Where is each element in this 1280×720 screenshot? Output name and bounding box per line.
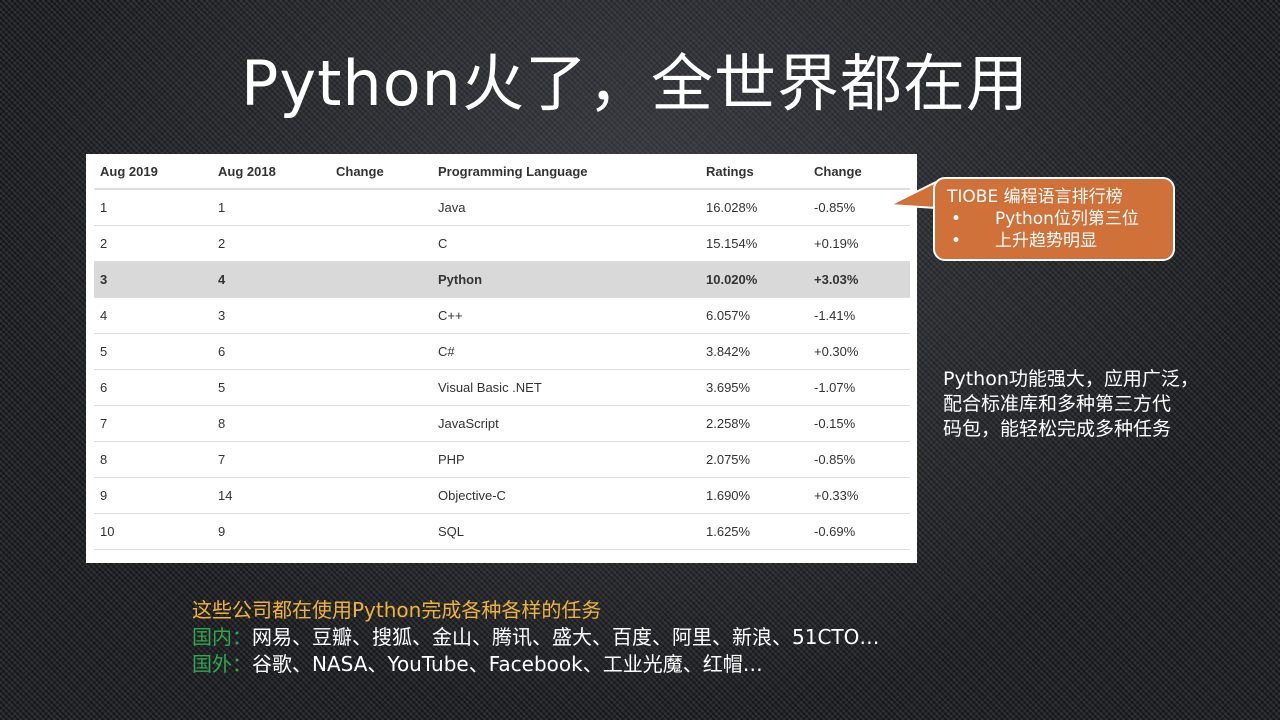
python-description: Python功能强大，应用广泛， 配合标准库和多种第三方代 码包，能轻松完成多种…	[943, 367, 1243, 442]
cell-aug-2018: 7	[212, 441, 330, 478]
cell-language: Visual Basic .NET	[432, 369, 700, 406]
domestic-companies: 国内：网易、豆瓣、搜狐、金山、腾讯、盛大、百度、阿里、新浪、51CTO…	[192, 624, 879, 651]
table-row-highlighted: 3 4 Python 10.020% +3.03%	[94, 261, 910, 298]
domestic-list: 网易、豆瓣、搜狐、金山、腾讯、盛大、百度、阿里、新浪、51CTO…	[252, 625, 880, 649]
cell-ratings-change: -0.69%	[808, 513, 910, 550]
cell-aug-2019: 10	[94, 513, 212, 550]
table-row: 7 8 JavaScript 2.258% -0.15%	[94, 405, 910, 442]
header-aug-2018: Aug 2018	[212, 154, 330, 190]
companies-section: 这些公司都在使用Python完成各种各样的任务 国内：网易、豆瓣、搜狐、金山、腾…	[192, 597, 879, 678]
table-row: 9 14 Objective-C 1.690% +0.33%	[94, 477, 910, 514]
cell-ratings: 3.695%	[700, 369, 808, 406]
callout-item: • 上升趋势明显	[947, 230, 1161, 252]
callout-title: TIOBE 编程语言排行榜	[947, 187, 1123, 207]
cell-aug-2018: 14	[212, 477, 330, 514]
description-line: 配合标准库和多种第三方代	[943, 393, 1172, 415]
table-row: 2 2 C 15.154% +0.19%	[94, 225, 910, 262]
foreign-label: 国外：	[192, 652, 252, 676]
cell-aug-2019: 4	[94, 297, 212, 334]
cell-ratings-change: -0.85%	[808, 441, 910, 478]
table-row: 6 5 Visual Basic .NET 3.695% -1.07%	[94, 369, 910, 406]
slide-title: Python火了，全世界都在用	[241, 47, 1029, 120]
cell-aug-2019: 5	[94, 333, 212, 370]
cell-aug-2018: 6	[212, 333, 330, 370]
cell-language: C++	[432, 297, 700, 334]
table-row: 8 7 PHP 2.075% -0.85%	[94, 441, 910, 478]
callout-item-text: 上升趋势明显	[995, 231, 1097, 251]
cell-change	[330, 477, 432, 514]
cell-language: Objective-C	[432, 477, 700, 514]
cell-aug-2019: 7	[94, 405, 212, 442]
cell-aug-2019: 9	[94, 477, 212, 514]
cell-language: JavaScript	[432, 405, 700, 442]
cell-ratings-change: +0.33%	[808, 477, 910, 514]
tiobe-ranking-table-panel: Aug 2019 Aug 2018 Change Programming Lan…	[86, 154, 917, 563]
cell-ratings: 1.625%	[700, 513, 808, 550]
callout-item: • Python位列第三位	[947, 208, 1161, 230]
companies-heading: 这些公司都在使用Python完成各种各样的任务	[192, 598, 602, 622]
cell-aug-2018: 8	[212, 405, 330, 442]
cell-aug-2019: 8	[94, 441, 212, 478]
header-aug-2019: Aug 2019	[94, 154, 212, 190]
cell-ratings-change: -1.07%	[808, 369, 910, 406]
cell-language: PHP	[432, 441, 700, 478]
table-row: 10 9 SQL 1.625% -0.69%	[94, 513, 910, 550]
header-ratings: Ratings	[700, 154, 808, 190]
table-row: 4 3 C++ 6.057% -1.41%	[94, 297, 910, 334]
bullet-icon: •	[951, 231, 962, 251]
description-line: 码包，能轻松完成多种任务	[943, 418, 1172, 440]
cell-change	[330, 189, 432, 226]
cell-ratings-change: +0.19%	[808, 225, 910, 262]
cell-aug-2019: 1	[94, 189, 212, 226]
cell-ratings-change: +0.30%	[808, 333, 910, 370]
cell-aug-2018: 4	[212, 261, 330, 298]
cell-ratings: 3.842%	[700, 333, 808, 370]
cell-change	[330, 333, 432, 370]
table-row: 1 1 Java 16.028% -0.85%	[94, 189, 910, 226]
cell-aug-2018: 5	[212, 369, 330, 406]
cell-change	[330, 297, 432, 334]
cell-change	[330, 369, 432, 406]
cell-change	[330, 261, 432, 298]
cell-language: C#	[432, 333, 700, 370]
cell-aug-2018: 3	[212, 297, 330, 334]
cell-change	[330, 405, 432, 442]
cell-ratings: 16.028%	[700, 189, 808, 226]
table-row: 5 6 C# 3.842% +0.30%	[94, 333, 910, 370]
header-change: Change	[330, 154, 432, 190]
cell-change	[330, 513, 432, 550]
foreign-companies: 国外：谷歌、NASA、YouTube、Facebook、工业光魔、红帽…	[192, 651, 879, 678]
cell-aug-2019: 3	[94, 261, 212, 298]
bullet-icon: •	[951, 209, 962, 229]
cell-ratings-change: -1.41%	[808, 297, 910, 334]
cell-ratings: 15.154%	[700, 225, 808, 262]
cell-language: Python	[432, 261, 700, 298]
foreign-list: 谷歌、NASA、YouTube、Facebook、工业光魔、红帽…	[252, 652, 763, 676]
cell-language: C	[432, 225, 700, 262]
callout-pointer-icon	[890, 181, 937, 209]
cell-ratings-change: +3.03%	[808, 261, 910, 298]
cell-aug-2019: 2	[94, 225, 212, 262]
cell-aug-2018: 1	[212, 189, 330, 226]
cell-aug-2018: 2	[212, 225, 330, 262]
cell-ratings: 2.258%	[700, 405, 808, 442]
callout-item-text: Python位列第三位	[995, 209, 1139, 229]
cell-ratings: 10.020%	[700, 261, 808, 298]
cell-aug-2018: 9	[212, 513, 330, 550]
tiobe-callout: TIOBE 编程语言排行榜 • Python位列第三位 • 上升趋势明显	[933, 177, 1175, 261]
cell-change	[330, 441, 432, 478]
cell-change	[330, 225, 432, 262]
cell-ratings: 1.690%	[700, 477, 808, 514]
cell-ratings: 6.057%	[700, 297, 808, 334]
table-header-row: Aug 2019 Aug 2018 Change Programming Lan…	[94, 154, 910, 190]
cell-language: Java	[432, 189, 700, 226]
cell-aug-2019: 6	[94, 369, 212, 406]
domestic-label: 国内：	[192, 625, 252, 649]
cell-ratings: 2.075%	[700, 441, 808, 478]
tiobe-ranking-table: Aug 2019 Aug 2018 Change Programming Lan…	[94, 154, 910, 550]
header-programming-language: Programming Language	[432, 154, 700, 190]
cell-language: SQL	[432, 513, 700, 550]
description-line: Python功能强大，应用广泛，	[943, 368, 1199, 390]
cell-ratings-change: -0.15%	[808, 405, 910, 442]
